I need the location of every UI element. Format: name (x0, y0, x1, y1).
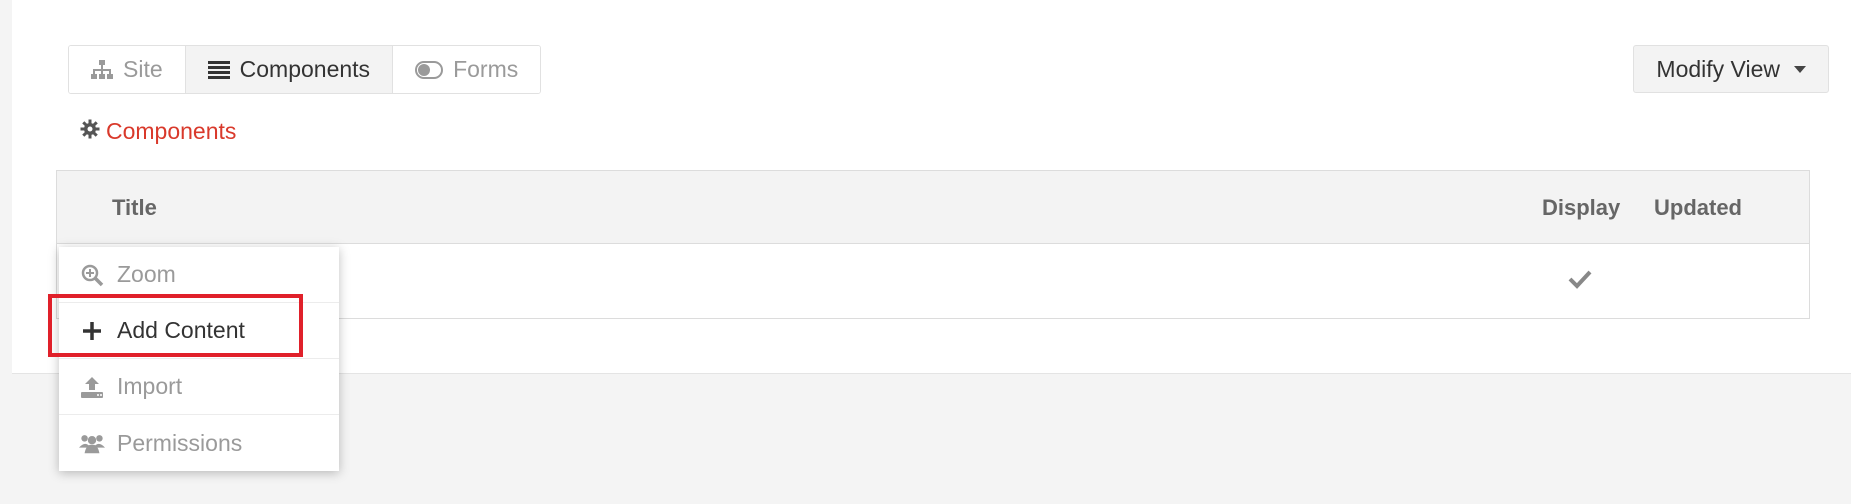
list-icon (207, 60, 230, 80)
view-tabs: Site Components Forms (68, 45, 542, 94)
sitemap-icon (91, 59, 113, 81)
modify-view-button[interactable]: Modify View (1633, 45, 1829, 93)
menu-item-import-label: Import (117, 373, 183, 399)
upload-icon (79, 375, 105, 399)
menu-item-zoom-label: Zoom (117, 261, 176, 287)
tab-components-label: Components (239, 56, 371, 82)
menu-item-import[interactable]: Import (59, 359, 339, 415)
gear-icon (80, 118, 100, 145)
users-icon (79, 432, 105, 454)
menu-item-add-content[interactable]: Add Content (59, 303, 339, 359)
toggle-icon (415, 60, 444, 79)
menu-item-add-content-label: Add Content (117, 317, 245, 343)
context-menu: Zoom Add Content Import Permissions (59, 247, 339, 471)
tab-components[interactable]: Components (185, 46, 394, 93)
menu-item-permissions-label: Permissions (117, 429, 243, 456)
column-header-display[interactable]: Display (1542, 195, 1620, 221)
table-header: Title Display Updated (57, 171, 1809, 244)
column-header-title[interactable]: Title (112, 195, 157, 221)
menu-item-zoom[interactable]: Zoom (59, 247, 339, 303)
tab-site-label: Site (123, 56, 163, 82)
tab-forms-label: Forms (453, 56, 519, 82)
menu-item-permissions[interactable]: Permissions (59, 415, 339, 471)
column-header-updated[interactable]: Updated (1654, 195, 1742, 221)
modify-view-label: Modify View (1656, 55, 1780, 82)
caret-down-icon (1794, 65, 1806, 73)
plus-icon (79, 321, 105, 341)
breadcrumb-label: Components (106, 118, 237, 144)
breadcrumb[interactable]: Components (80, 118, 236, 145)
tab-site[interactable]: Site (69, 46, 186, 93)
zoom-in-icon (79, 263, 105, 287)
check-icon (1568, 269, 1592, 294)
tab-forms[interactable]: Forms (393, 46, 541, 93)
